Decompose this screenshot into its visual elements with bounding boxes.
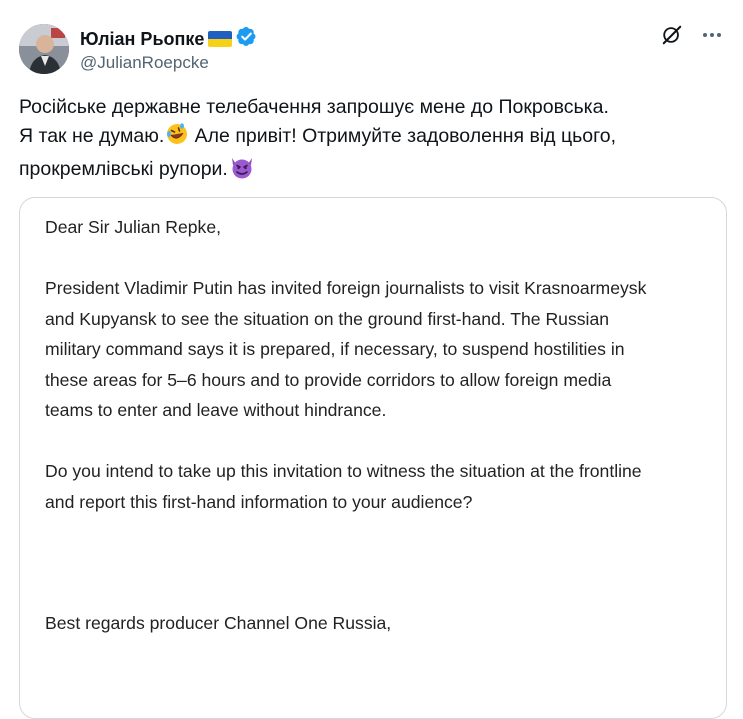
author-handle[interactable]: @JulianRoepcke (80, 53, 209, 73)
tweet-line-part: Я так не думаю. (19, 125, 165, 147)
letter-line: and Kupyansk to see the situation on the… (45, 308, 610, 329)
tweet-line: прокремлівські рупори. (19, 155, 719, 188)
author-name[interactable]: Юліан Рьопке (80, 29, 204, 50)
author-name-row: Юліан Рьопке (80, 26, 257, 52)
letter-greeting: Dear Sir Julian Repke, (45, 217, 222, 237)
tweet-text: Російське державне телебачення запрошує … (19, 93, 719, 188)
smiling-face-with-horns-emoji (229, 155, 255, 188)
tweet-line: Російське державне телебачення запрошує … (19, 96, 609, 118)
letter-line: military command says it is prepared, if… (45, 339, 625, 359)
letter-line: these areas for 5–6 hours and to provide… (45, 369, 612, 390)
letter-screenshot[interactable]: Dear Sir Julian Repke, President Vladimi… (19, 197, 727, 719)
letter-line: President Vladimir Putin has invited for… (45, 278, 647, 298)
letter-line: teams to enter and leave without hindran… (45, 400, 387, 420)
more-icon[interactable] (699, 22, 725, 48)
letter-text: Dear Sir Julian Repke, President Vladimi… (45, 212, 725, 639)
avatar[interactable] (19, 24, 69, 74)
tweet-line-part: прокремлівські рупори. (19, 158, 228, 180)
grok-icon[interactable] (659, 22, 685, 48)
verified-badge-icon (236, 26, 257, 52)
avatar-photo (19, 24, 69, 74)
letter-signoff: Best regards producer Channel One Russia… (45, 613, 392, 633)
tweet-actions-top (659, 22, 725, 48)
rolling-on-floor-laughing-emoji (165, 122, 189, 155)
tweet-line: Я так не думаю. Але привіт! Отримуйте за… (19, 122, 719, 155)
letter-line: Do you intend to take up this invitation… (45, 461, 642, 481)
ukraine-flag-emoji (208, 31, 233, 47)
letter-line: and report this first-hand information t… (45, 491, 473, 512)
tweet-line-part: Але привіт! Отримуйте задоволення від ць… (189, 125, 617, 147)
